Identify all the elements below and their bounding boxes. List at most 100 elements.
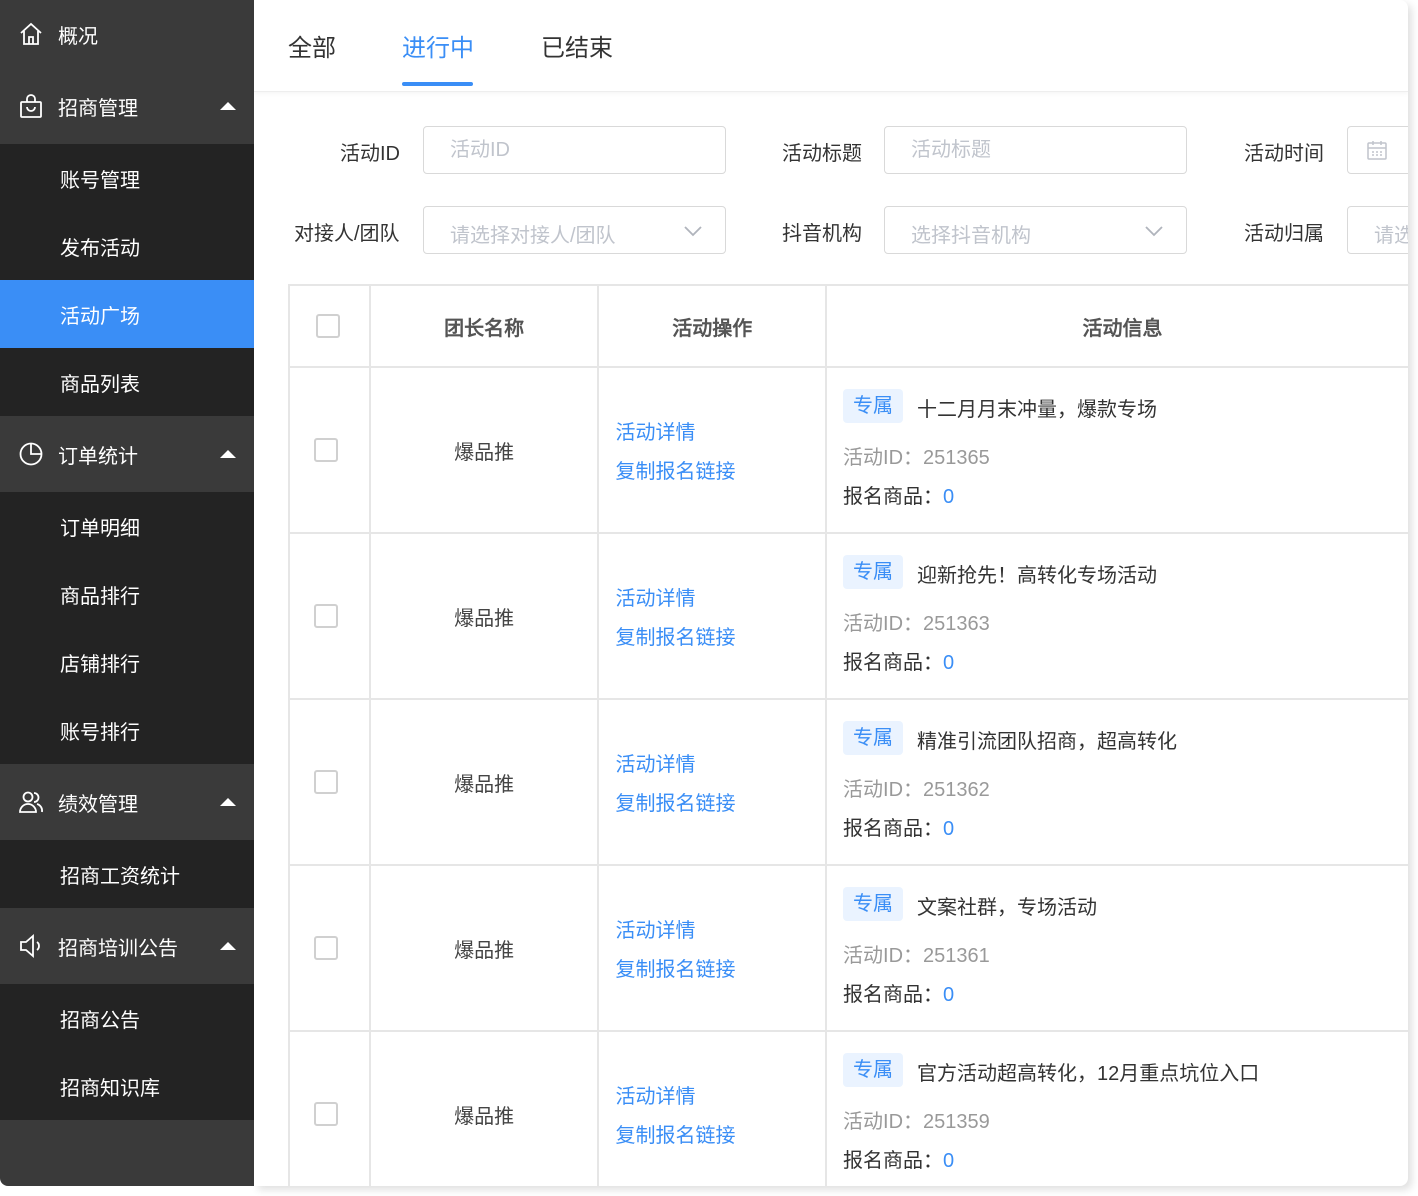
row-checkbox[interactable] bbox=[314, 770, 339, 794]
tab-all[interactable]: 全部 bbox=[288, 28, 336, 63]
signup-goods: 报名商品：0 bbox=[843, 1144, 954, 1173]
activity-detail-link[interactable]: 活动详情 bbox=[615, 914, 695, 943]
sidebar-item-account-rank[interactable]: 账号排行 bbox=[0, 696, 254, 764]
collapse-caret-icon[interactable] bbox=[220, 450, 236, 458]
activity-title: 文案社群，专场活动 bbox=[917, 897, 1098, 919]
activity-id-text: 活动ID：251363 bbox=[843, 613, 990, 635]
belong-select[interactable]: 请选 bbox=[1347, 206, 1408, 254]
tab-ended[interactable]: 已结束 bbox=[541, 28, 613, 63]
tab-in-progress[interactable]: 进行中 bbox=[402, 28, 474, 63]
sidebar-group-label: 招商管理 bbox=[58, 97, 138, 120]
active-tab-indicator bbox=[402, 82, 473, 86]
activity-detail-link[interactable]: 活动详情 bbox=[615, 748, 695, 777]
sidebar-item-account-manage[interactable]: 账号管理 bbox=[0, 144, 254, 212]
copy-signup-link[interactable]: 复制报名链接 bbox=[615, 455, 735, 484]
sidebar-item-announcement[interactable]: 招商公告 bbox=[0, 984, 254, 1052]
douyin-org-select[interactable]: 选择抖音机构 bbox=[884, 206, 1187, 254]
activity-title: 精准引流团队招商，超高转化 bbox=[917, 731, 1178, 753]
speaker-icon bbox=[18, 933, 44, 959]
header-info: 活动信息 bbox=[1082, 317, 1163, 340]
users-icon bbox=[18, 789, 44, 815]
row-checkbox[interactable] bbox=[314, 438, 339, 462]
sidebar-item-label: 概况 bbox=[58, 25, 98, 48]
signup-goods-label: 报名商品： bbox=[843, 652, 944, 674]
table-header: 团长名称 活动操作 活动信息 bbox=[290, 286, 1408, 368]
activity-detail-link[interactable]: 活动详情 bbox=[615, 582, 695, 611]
collapse-caret-icon[interactable] bbox=[220, 798, 236, 806]
signup-goods-count[interactable]: 0 bbox=[943, 652, 954, 674]
leader-name: 爆品推 bbox=[371, 534, 600, 698]
submenu-zhaoshang: 账号管理 发布活动 活动广场 商品列表 bbox=[0, 144, 254, 416]
submenu-announcements: 招商公告 招商知识库 bbox=[0, 984, 254, 1120]
exclusive-badge: 专属 bbox=[843, 1053, 904, 1087]
signup-goods: 报名商品：0 bbox=[843, 978, 954, 1007]
copy-signup-link[interactable]: 复制报名链接 bbox=[615, 621, 735, 650]
leader-name: 爆品推 bbox=[371, 1032, 600, 1186]
leader-name: 爆品推 bbox=[371, 368, 600, 532]
sidebar-group-label: 招商培训公告 bbox=[58, 937, 178, 960]
sidebar-group-orders[interactable]: 订单统计 bbox=[0, 416, 254, 492]
belong-label: 活动归属 bbox=[1244, 223, 1324, 245]
copy-signup-link[interactable]: 复制报名链接 bbox=[615, 787, 735, 816]
info-cell: 专属 十二月月末冲量，爆款专场 活动ID：251365 报名商品：0 bbox=[827, 368, 1408, 532]
collapse-caret-icon[interactable] bbox=[220, 102, 236, 110]
table-row: 爆品推 活动详情 复制报名链接 专属 精准引流团队招商，超高转化 活动ID：25… bbox=[290, 700, 1408, 866]
table-row: 爆品推 活动详情 复制报名链接 专属 十二月月末冲量，爆款专场 活动ID：251… bbox=[290, 368, 1408, 534]
signup-goods-count[interactable]: 0 bbox=[943, 486, 954, 508]
activity-time-label: 活动时间 bbox=[1244, 143, 1324, 165]
activity-id-text: 活动ID：251361 bbox=[843, 945, 990, 967]
header-select-cell bbox=[290, 286, 371, 366]
collapse-caret-icon[interactable] bbox=[220, 942, 236, 950]
operation-cell: 活动详情 复制报名链接 bbox=[599, 1032, 828, 1186]
header-leader: 团长名称 bbox=[371, 286, 600, 366]
signup-goods-label: 报名商品： bbox=[843, 486, 944, 508]
sidebar-item-order-detail[interactable]: 订单明细 bbox=[0, 492, 254, 560]
activity-time-picker[interactable] bbox=[1347, 126, 1408, 174]
sidebar-item-activity-square[interactable]: 活动广场 bbox=[0, 280, 254, 348]
signup-goods-count[interactable]: 0 bbox=[943, 984, 954, 1006]
activity-id-input[interactable] bbox=[424, 127, 725, 173]
signup-goods-count[interactable]: 0 bbox=[943, 1150, 954, 1172]
copy-signup-link[interactable]: 复制报名链接 bbox=[615, 1119, 735, 1148]
signup-goods-label: 报名商品： bbox=[843, 984, 944, 1006]
sidebar-item-product-list[interactable]: 商品列表 bbox=[0, 348, 254, 416]
signup-goods-label: 报名商品： bbox=[843, 1150, 944, 1172]
row-select-cell bbox=[290, 1032, 371, 1186]
sidebar-group-performance[interactable]: 绩效管理 bbox=[0, 764, 254, 840]
row-checkbox[interactable] bbox=[314, 936, 339, 960]
sidebar-item-product-rank[interactable]: 商品排行 bbox=[0, 560, 254, 628]
bag-icon bbox=[18, 93, 44, 119]
activity-title: 十二月月末冲量，爆款专场 bbox=[917, 399, 1158, 421]
activity-detail-link[interactable]: 活动详情 bbox=[615, 1080, 695, 1109]
activity-id-field[interactable] bbox=[423, 126, 726, 174]
leader-name: 爆品推 bbox=[371, 866, 600, 1030]
sidebar-item-overview[interactable]: 概况 bbox=[0, 0, 254, 68]
exclusive-badge: 专属 bbox=[843, 721, 904, 755]
operation-cell: 活动详情 复制报名链接 bbox=[599, 534, 828, 698]
activity-title-field[interactable] bbox=[884, 126, 1187, 174]
leader-name: 爆品推 bbox=[371, 700, 600, 864]
chevron-down-icon bbox=[683, 222, 703, 245]
contact-select[interactable]: 请选择对接人/团队 bbox=[423, 206, 726, 254]
signup-goods-count[interactable]: 0 bbox=[943, 818, 954, 840]
activity-detail-link[interactable]: 活动详情 bbox=[615, 416, 695, 445]
pie-chart-icon bbox=[18, 441, 44, 467]
sidebar-item-knowledge-base[interactable]: 招商知识库 bbox=[0, 1052, 254, 1120]
sidebar-group-zhaoshang[interactable]: 招商管理 bbox=[0, 68, 254, 144]
activity-id-text: 活动ID：251359 bbox=[843, 1111, 990, 1133]
signup-goods-label: 报名商品： bbox=[843, 818, 944, 840]
activity-id-label: 活动ID bbox=[340, 143, 400, 165]
sidebar-item-publish-activity[interactable]: 发布活动 bbox=[0, 212, 254, 280]
activity-id-text: 活动ID：251362 bbox=[843, 779, 990, 801]
contact-placeholder: 请选择对接人/团队 bbox=[450, 225, 616, 247]
select-all-checkbox[interactable] bbox=[316, 314, 341, 338]
activity-title-input[interactable] bbox=[885, 127, 1186, 173]
row-checkbox[interactable] bbox=[314, 604, 339, 628]
row-checkbox[interactable] bbox=[314, 1102, 339, 1126]
info-cell: 专属 官方活动超高转化，12月重点坑位入口 活动ID：251359 报名商品：0 bbox=[827, 1032, 1408, 1186]
copy-signup-link[interactable]: 复制报名链接 bbox=[615, 953, 735, 982]
sidebar-group-announcements[interactable]: 招商培训公告 bbox=[0, 908, 254, 984]
sidebar-item-salary-stats[interactable]: 招商工资统计 bbox=[0, 840, 254, 908]
row-select-cell bbox=[290, 866, 371, 1030]
sidebar-item-shop-rank[interactable]: 店铺排行 bbox=[0, 628, 254, 696]
